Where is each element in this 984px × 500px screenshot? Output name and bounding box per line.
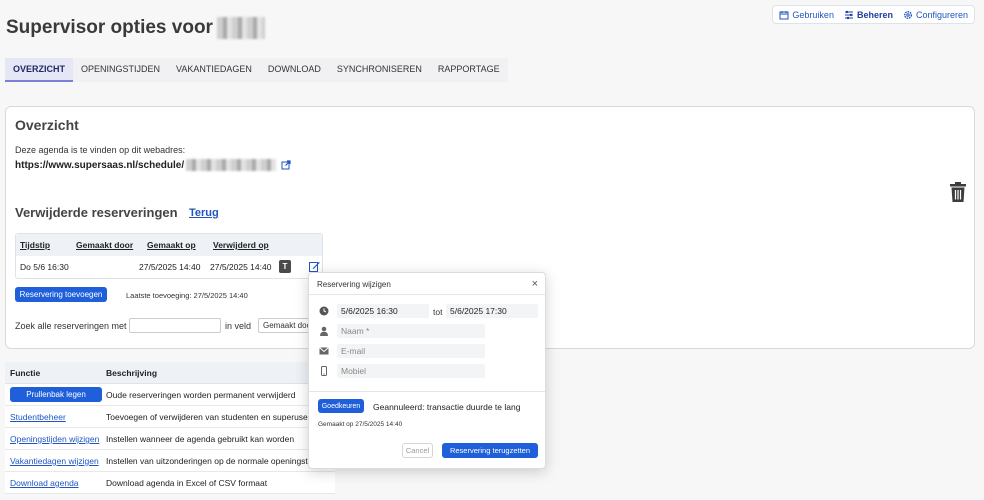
col-verwijderd-op[interactable]: Verwijderd op xyxy=(213,240,269,250)
tab-vakantiedagen[interactable]: VAKANTIEDAGEN xyxy=(168,58,260,82)
restore-reservation-button[interactable]: Reservering terugzetten xyxy=(442,443,538,458)
nav-beheren[interactable]: Beheren xyxy=(844,10,893,20)
search-input[interactable] xyxy=(129,318,221,333)
tab-overzicht[interactable]: OVERZICHT xyxy=(5,58,74,82)
sliders-icon xyxy=(844,10,853,19)
function-description: Oude reserveringen worden permanent verw… xyxy=(106,390,296,400)
table-row: Do 5/6 16:30 27/5/2025 14:40 27/5/2025 1… xyxy=(16,256,322,278)
function-description: Download agenda in Excel of CSV formaat xyxy=(106,478,268,488)
empty-trash-button[interactable]: Prullenbak legen xyxy=(10,387,102,402)
function-description: Instellen wanneer de agenda gebruikt kan… xyxy=(106,434,295,444)
trash-icon[interactable] xyxy=(948,181,968,203)
holidays-link[interactable]: Vakantiedagen wijzigen xyxy=(10,456,99,466)
name-input[interactable]: Naam * xyxy=(337,324,485,338)
email-input[interactable]: E-mail xyxy=(337,344,485,358)
add-reservation-button[interactable]: Reservering toevoegen xyxy=(15,287,107,302)
functions-header: Functie Beschrijving xyxy=(5,362,335,384)
external-link-icon[interactable] xyxy=(281,160,291,170)
modal-header: Reservering wijzigen × xyxy=(309,273,545,295)
envelope-icon xyxy=(319,347,329,355)
function-row: Vakantiedagen wijzigen Instellen van uit… xyxy=(5,450,335,472)
end-datetime-input[interactable]: 5/6/2025 17:30 xyxy=(446,304,538,318)
reservation-status: Geannuleerd: transactie duurde te lang xyxy=(373,402,521,412)
cancel-button[interactable]: Cancel xyxy=(402,443,433,458)
redacted-url-part xyxy=(186,159,277,171)
mobile-input[interactable]: Mobiel xyxy=(337,364,485,378)
edit-icon[interactable] xyxy=(309,261,320,272)
transaction-badge: T xyxy=(279,260,291,273)
col-tijdstip[interactable]: Tijdstip xyxy=(20,240,50,250)
function-row: Studentbeheer Toevoegen of verwijderen v… xyxy=(5,406,335,428)
deleted-reservations-heading: Verwijderde reserveringen xyxy=(15,205,178,220)
search-label: Zoek alle reserveringen met xyxy=(15,321,127,331)
schedule-url[interactable]: https://www.supersaas.nl/schedule/ xyxy=(15,159,291,171)
cell-verwijderd-op: 27/5/2025 14:40 xyxy=(210,262,272,272)
close-icon[interactable]: × xyxy=(532,278,538,290)
clock-icon xyxy=(319,306,329,316)
col-gemaakt-op[interactable]: Gemaakt op xyxy=(147,240,196,250)
tab-synchroniseren[interactable]: SYNCHRONISEREN xyxy=(328,58,430,82)
col-beschrijving: Beschrijving xyxy=(106,368,158,378)
deleted-reservations-table: Tijdstip Gemaakt door Gemaakt op Verwijd… xyxy=(15,233,323,279)
approve-button[interactable]: Goedkeuren xyxy=(318,399,364,413)
col-gemaakt-door[interactable]: Gemaakt door xyxy=(76,240,133,250)
table-header: Tijdstip Gemaakt door Gemaakt op Verwijd… xyxy=(16,234,322,256)
gear-icon xyxy=(903,10,912,19)
function-description: Instellen van uitzonderingen op de norma… xyxy=(106,456,326,466)
top-navigation: Gebruiken Beheren Configureren xyxy=(772,5,975,24)
tab-openingstijden[interactable]: OPENINGSTIJDEN xyxy=(73,58,169,82)
mobile-icon xyxy=(321,366,327,376)
opening-hours-link[interactable]: Openingstijden wijzigen xyxy=(10,434,99,444)
modal-divider xyxy=(309,391,545,392)
to-label: tot xyxy=(433,307,443,317)
cell-tijdstip: Do 5/6 16:30 xyxy=(20,262,69,272)
function-row: Download agenda Download agenda in Excel… xyxy=(5,472,335,494)
tab-bar: OVERZICHT OPENINGSTIJDEN VAKANTIEDAGEN D… xyxy=(5,58,508,82)
function-description: Toevoegen of verwijderen van studenten e… xyxy=(106,412,315,422)
calendar-icon xyxy=(779,10,789,19)
created-timestamp: Gemaakt op 27/5/2025 14:40 xyxy=(318,421,403,428)
redacted-schedule-name xyxy=(216,17,265,39)
overview-heading: Overzicht xyxy=(15,117,79,133)
nav-gebruiken[interactable]: Gebruiken xyxy=(779,10,834,20)
cell-gemaakt-op: 27/5/2025 14:40 xyxy=(139,262,201,272)
page-title: Supervisor opties voor xyxy=(6,17,265,39)
tab-download[interactable]: DOWNLOAD xyxy=(259,58,329,82)
function-row: Openingstijden wijzigen Instellen wannee… xyxy=(5,428,335,450)
function-row: Prullenbak legen Oude reserveringen word… xyxy=(5,384,335,406)
modal-title: Reservering wijzigen xyxy=(317,280,391,289)
functions-table: Functie Beschrijving Prullenbak legen Ou… xyxy=(5,362,335,494)
overview-intro: Deze agenda is te vinden op dit webadres… xyxy=(15,145,186,155)
edit-reservation-modal: Reservering wijzigen × 5/6/2025 16:30 to… xyxy=(308,272,546,469)
user-icon xyxy=(320,326,328,336)
col-functie: Functie xyxy=(10,368,41,378)
student-management-link[interactable]: Studentbeheer xyxy=(10,412,66,422)
download-schedule-link[interactable]: Download agenda xyxy=(10,478,79,488)
back-link[interactable]: Terug xyxy=(189,207,219,219)
start-datetime-input[interactable]: 5/6/2025 16:30 xyxy=(337,304,429,318)
in-field-label: in veld xyxy=(225,321,252,331)
last-added-text: Laatste toevoeging: 27/5/2025 14:40 xyxy=(126,291,248,300)
tab-rapportage[interactable]: RAPPORTAGE xyxy=(429,58,508,82)
nav-configureren[interactable]: Configureren xyxy=(903,10,968,20)
